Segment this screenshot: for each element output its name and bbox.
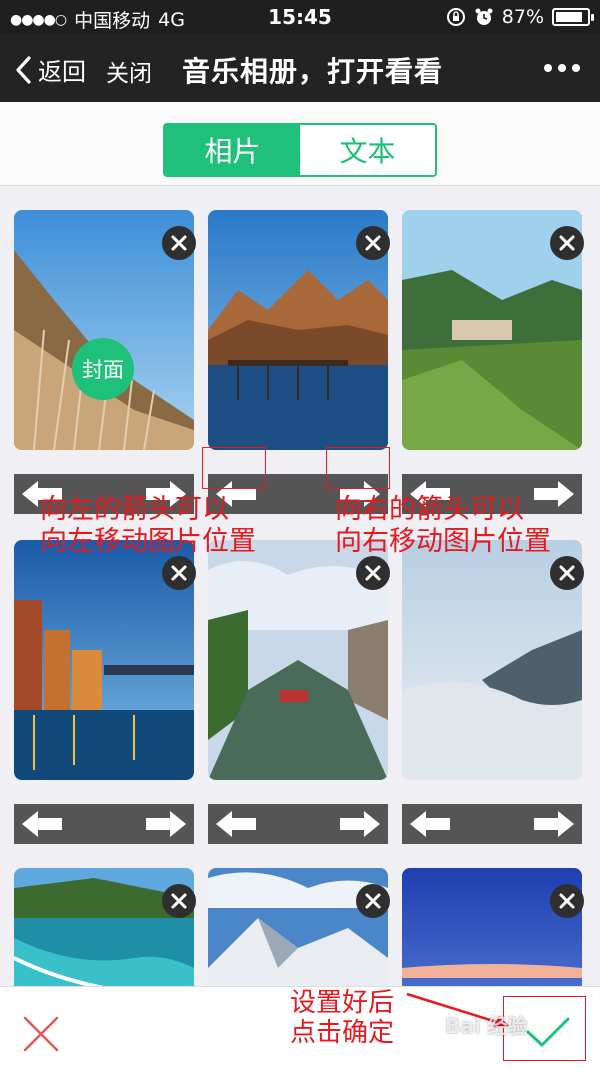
annotation-confirm-line1: 设置好后 [290, 988, 395, 1018]
delete-photo-button[interactable] [550, 884, 584, 918]
battery-percent: 87% [501, 6, 544, 28]
photo-arrow-bar [208, 804, 388, 844]
arrow-left-icon[interactable] [408, 809, 452, 839]
chevron-left-icon [16, 55, 31, 84]
tab-text[interactable]: 文本 [300, 125, 435, 175]
close-icon [559, 893, 575, 909]
close-icon [365, 565, 381, 581]
arrow-left-icon[interactable] [20, 809, 64, 839]
annotation-right: 向右的箭头可以 向右移动图片位置 [335, 494, 551, 558]
more-button[interactable] [544, 64, 580, 72]
annotation-confirm-line2: 点击确定 [290, 1018, 395, 1048]
battery-icon [552, 8, 594, 26]
delete-photo-button[interactable] [162, 226, 196, 260]
delete-photo-button[interactable] [550, 556, 584, 590]
segmented-control: 相片 文本 [163, 123, 437, 177]
annotation-right-line2: 向右移动图片位置 [335, 526, 551, 557]
annotation-right-line1: 向右的箭头可以 [335, 494, 524, 525]
delete-photo-button[interactable] [550, 226, 584, 260]
more-dot-icon [572, 64, 580, 72]
rotation-lock-icon [446, 8, 465, 26]
page-title: 音乐相册，打开看看 [182, 55, 444, 88]
close-icon [559, 565, 575, 581]
arrow-right-icon[interactable] [338, 809, 382, 839]
close-icon [365, 235, 381, 251]
arrow-right-icon[interactable] [144, 809, 188, 839]
annotation-box-left-arrow [202, 447, 266, 489]
annotation-confirm: 设置好后 点击确定 [290, 988, 394, 1048]
close-icon [171, 235, 187, 251]
back-label: 返回 [38, 58, 86, 86]
delete-photo-button[interactable] [356, 226, 390, 260]
status-bar: ●●●●○ 中国移动 4G 15:45 87% [0, 0, 600, 34]
back-button[interactable]: 返回 [14, 52, 86, 87]
delete-photo-button[interactable] [356, 884, 390, 918]
cover-badge: 封面 [72, 338, 134, 400]
alarm-icon [475, 8, 493, 25]
tab-area: 相片 文本 [0, 102, 600, 186]
annotation-left: 向左的箭头可以 向左移动图片位置 [40, 494, 256, 558]
delete-photo-button[interactable] [162, 884, 196, 918]
photo-grid: 封面 [0, 186, 600, 986]
annotation-box-right-arrow [326, 447, 390, 489]
photo-arrow-bar [402, 804, 582, 844]
arrow-right-icon[interactable] [532, 809, 576, 839]
close-icon [559, 235, 575, 251]
close-button[interactable]: 关闭 [106, 54, 152, 88]
annotation-left-line2: 向左移动图片位置 [40, 526, 256, 557]
arrow-left-icon[interactable] [214, 809, 258, 839]
photo-arrow-bar [14, 804, 194, 844]
close-icon [365, 893, 381, 909]
nav-bar: 返回 关闭 音乐相册，打开看看 [0, 34, 600, 102]
delete-photo-button[interactable] [162, 556, 196, 590]
watermark: Bai 经验 [445, 1014, 528, 1038]
tab-photos[interactable]: 相片 [165, 125, 300, 175]
close-icon [171, 565, 187, 581]
more-dot-icon [558, 64, 566, 72]
cancel-button[interactable] [22, 1015, 60, 1053]
annotation-left-line1: 向左的箭头可以 [40, 494, 229, 525]
more-dot-icon [544, 64, 552, 72]
close-icon [171, 893, 187, 909]
delete-photo-button[interactable] [356, 556, 390, 590]
